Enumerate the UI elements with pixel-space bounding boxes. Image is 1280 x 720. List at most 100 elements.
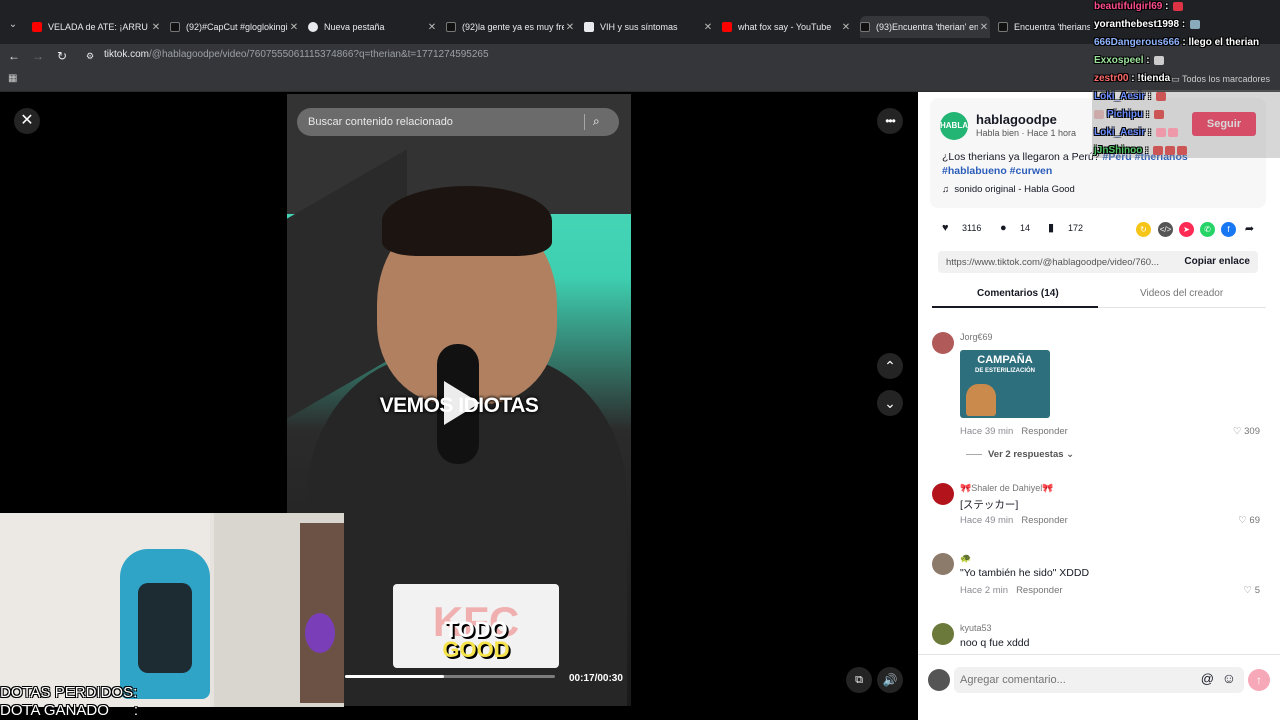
tab-favicon-icon [860,22,870,32]
replies-line [966,453,982,455]
webcam-toy [305,613,335,653]
comment-like-button[interactable]: ♡ 5 [1244,585,1260,596]
back-arrow-icon[interactable]: ← [6,48,22,64]
chat-user: beautifulgirl69 [1094,1,1163,12]
webcam-chair-seat [138,583,192,673]
tab-favicon-icon [446,22,456,32]
related-search-input[interactable]: Buscar contenido relacionado ⌕ [297,108,619,136]
commenter-name[interactable]: 🎀Shaler de Dahiyel🎀 [960,483,1053,494]
screen: ⌄ VELADA de ATE: ¡ARRU ✕ (92)#CapCut #gl… [0,0,1280,720]
logo-bottom: GOOD [442,637,510,662]
creator-username[interactable]: hablagoodpe [976,112,1057,127]
tab-close-icon[interactable]: ✕ [150,22,162,33]
tab-close-icon[interactable]: ✕ [978,22,990,33]
site-info-icon[interactable]: ⚙ [82,48,98,64]
save-count: 172 [1068,223,1084,233]
chat-message: zestr00 : !tienda [1094,73,1171,84]
tab-creator-videos[interactable]: Videos del creador [1140,288,1223,299]
like-count: 3116 [962,223,982,233]
commenter-name[interactable]: 🐢 [960,553,971,564]
reload-icon[interactable]: ↻ [54,48,70,64]
comment-button[interactable]: ● 14 [1000,222,1030,234]
next-video-chevron-down-icon[interactable]: ⌄ [877,390,903,416]
apps-grid-icon[interactable]: ▦ [8,74,18,84]
mention-icon[interactable]: @ [1201,671,1214,686]
url-field[interactable]: tiktok.com/@hablagoodpe/video/7607555061… [104,49,489,60]
send-to-friends-icon[interactable]: ➤ [1179,222,1194,237]
webcam-overlay [0,513,344,707]
comment-input-box: @ ☺ [954,667,1244,693]
chat-emote-icon [1153,145,1164,155]
chat-emote-icon [1156,91,1167,101]
comment-item: Jorg€69 CAMPAÑA DE ESTERILIZACIÓN Hace 3… [932,332,1266,452]
commenter-name[interactable]: Jorg€69 [960,332,993,342]
tab[interactable]: Encuentra 'therians en [998,16,1090,38]
comment-text: noo q fue xddd [960,637,1030,649]
volume-icon[interactable]: 🔊 [877,667,903,693]
repost-icon[interactable]: ↻ [1136,222,1151,237]
chat-user: yoranthebest1998 [1094,19,1180,30]
tab-search-chevron-icon[interactable]: ⌄ [6,18,20,32]
commenter-avatar[interactable] [932,623,954,645]
save-button[interactable]: ▮ 172 [1048,222,1083,234]
embed-icon[interactable]: </> [1158,222,1173,237]
comment-count: 14 [1020,223,1031,233]
commenter-avatar[interactable] [932,483,954,505]
my-avatar[interactable] [928,669,950,691]
tab-close-icon[interactable]: ✕ [564,22,576,33]
like-button[interactable]: ♥ 3116 [942,222,981,234]
tab[interactable]: what fox say - YouTube ✕ [722,16,852,38]
commenter-avatar[interactable] [932,553,954,575]
close-icon[interactable]: ✕ [14,108,40,134]
tab-active[interactable]: (93)Encuentra 'therian' en ✕ [860,16,990,38]
search-icon[interactable]: ⌕ [593,114,609,130]
forward-arrow-icon[interactable]: → [30,48,46,64]
tab-favicon-icon [308,22,318,32]
reply-button[interactable]: Responder [1021,426,1067,437]
comment-item: 🐢 "Yo también he sido" XDDD Hace 2 min Re… [932,553,1266,599]
copy-link-button[interactable]: Copiar enlace [1184,256,1250,267]
tab-comments[interactable]: Comentarios (14) [977,288,1059,299]
share-link-url[interactable]: https://www.tiktok.com/@hablagoodpe/vide… [946,257,1172,268]
tab-close-icon[interactable]: ✕ [702,22,714,33]
comment-text: [ステッカー] [960,499,1019,511]
commenter-avatar[interactable] [932,332,954,354]
tab[interactable]: VELADA de ATE: ¡ARRU ✕ [32,16,162,38]
hashtags-line2[interactable]: #hablabueno #curwen [942,165,1052,177]
play-icon[interactable] [444,381,480,425]
emoji-icon[interactable]: ☺ [1222,670,1236,686]
more-options-icon[interactable]: ••• [877,108,903,134]
tab[interactable]: (92)#CapCut #gloglokingi ✕ [170,16,300,38]
commenter-name[interactable]: kyuta53 [960,623,992,633]
tab[interactable]: (92)la gente ya es muy fre ✕ [446,16,576,38]
view-replies-button[interactable]: Ver 2 respuestas ⌄ [966,449,1074,460]
comment-like-button[interactable]: ♡ 69 [1238,515,1260,526]
tab-close-icon[interactable]: ✕ [840,22,852,33]
tab[interactable]: Nueva pestaña ✕ [308,16,438,38]
comment-text: "Yo también he sido" XDDD [960,567,1090,579]
stream-counter-won: DOTA GANADO : [0,702,139,719]
chat-user: Loki_Aesir [1094,91,1146,102]
chat-emote-icon [1177,145,1188,155]
reply-button[interactable]: Responder [1016,585,1062,596]
previous-video-chevron-up-icon[interactable]: ⌃ [877,353,903,379]
send-comment-icon[interactable]: ↑ [1248,669,1270,691]
chat-user: zestr00 [1094,73,1129,84]
floating-player-icon[interactable]: ⧉ [846,667,872,693]
facebook-icon[interactable]: f [1221,222,1236,237]
comment-like-button[interactable]: ♡ 309 [1233,426,1260,437]
heart-outline-icon: ♡ [1243,585,1255,596]
chat-badge-icon [1094,109,1104,119]
sound-link[interactable]: ♫ sonido original - Habla Good [942,184,1075,195]
chat-text: !tienda [1137,73,1171,84]
creator-avatar[interactable]: HABLA [940,112,968,140]
whatsapp-icon[interactable]: ✆ [1200,222,1215,237]
comment-input[interactable] [960,671,1190,689]
comment-sticker-image[interactable]: CAMPAÑA DE ESTERILIZACIÓN [960,350,1050,418]
reply-button[interactable]: Responder [1021,515,1067,526]
video-progress-bar[interactable] [345,675,555,678]
tab-close-icon[interactable]: ✕ [426,22,438,33]
tab[interactable]: VIH y sus síntomas ✕ [584,16,714,38]
tab-close-icon[interactable]: ✕ [288,22,300,33]
share-arrow-icon[interactable]: ➦ [1242,222,1257,237]
